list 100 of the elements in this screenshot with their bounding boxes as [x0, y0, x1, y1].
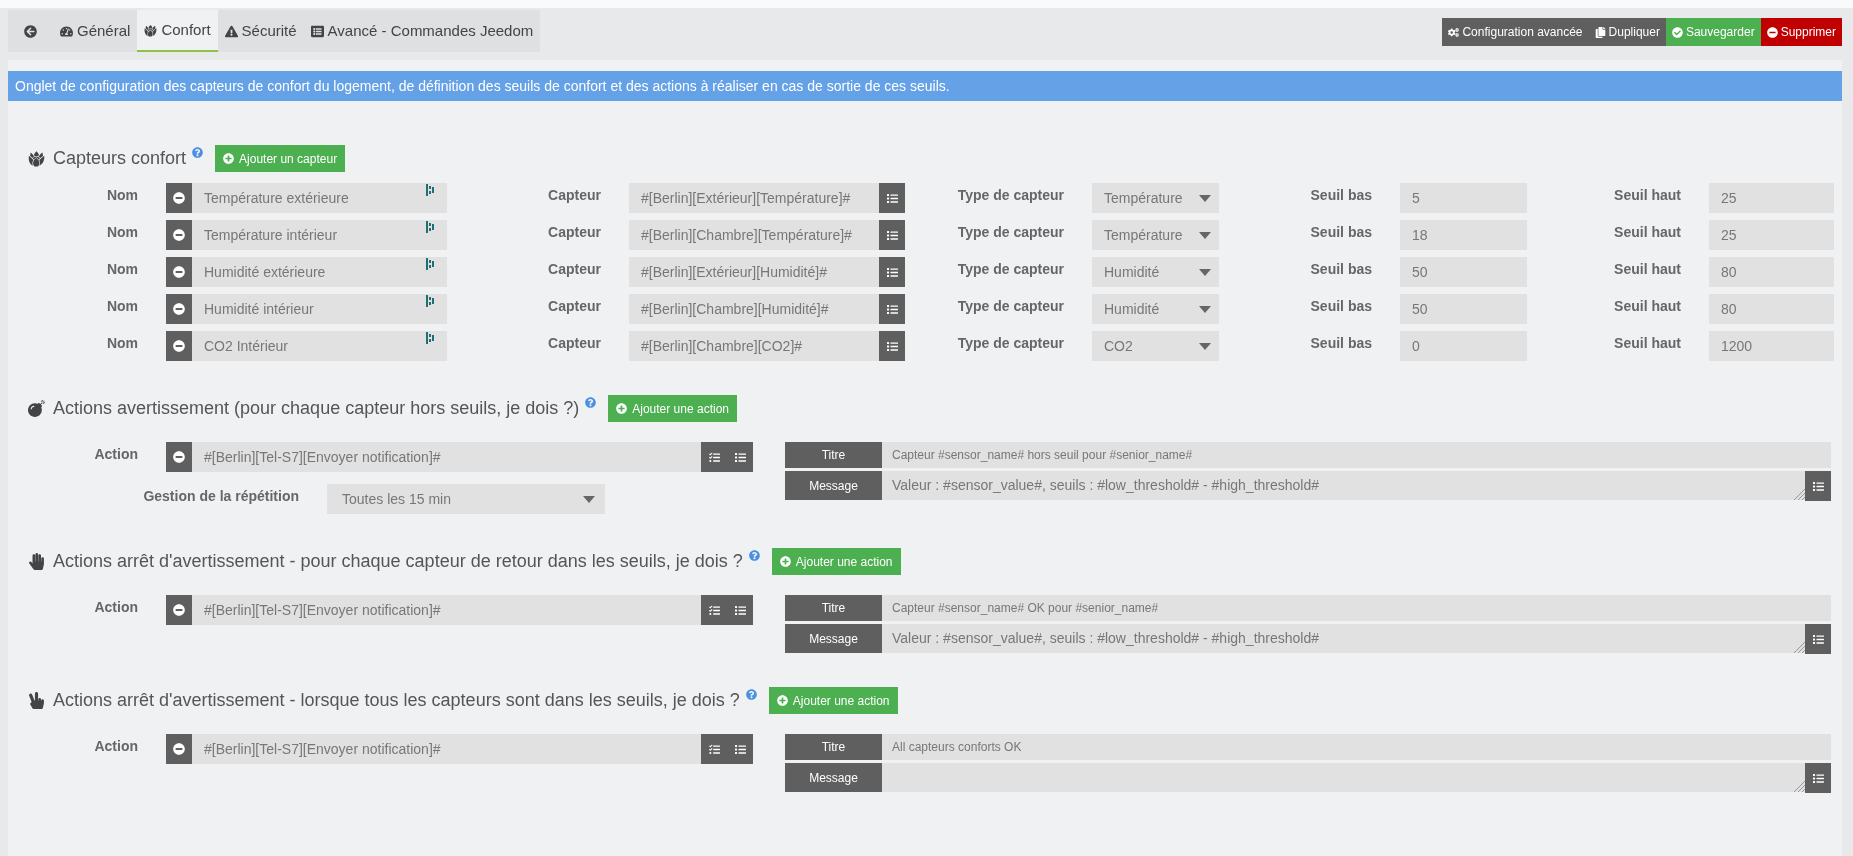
- tab[interactable]: Confort: [137, 10, 218, 52]
- message-field[interactable]: Valeur : #sensor_value#, seuils : #low_threshold# - #high_threshold#: [882, 471, 1805, 500]
- select-command-button[interactable]: [1805, 763, 1831, 793]
- name-field[interactable]: Humidité extérieure: [192, 257, 447, 287]
- list-icon: [1812, 480, 1824, 492]
- remove-button[interactable]: [166, 294, 192, 324]
- high-threshold-field[interactable]: 80: [1709, 294, 1834, 324]
- action-command-field[interactable]: #[Berlin][Tel-S7][Envoyer notification]#: [192, 734, 701, 764]
- remove-button[interactable]: [166, 442, 192, 472]
- barcode-icon: [426, 221, 435, 233]
- remove-button[interactable]: [166, 220, 192, 250]
- plus-icon: [616, 403, 628, 414]
- pointing-hand-icon: [28, 692, 45, 709]
- add-button[interactable]: Ajouter une action: [608, 395, 737, 422]
- name-field[interactable]: CO2 Intérieur: [192, 331, 447, 361]
- select-command-button[interactable]: [879, 183, 905, 213]
- field-label: Seuil haut: [1614, 297, 1681, 316]
- add-button[interactable]: Ajouter un capteur: [215, 145, 346, 172]
- remove-button[interactable]: [166, 331, 192, 361]
- caret-icon: [583, 495, 595, 503]
- sensor-field[interactable]: #[Berlin][Extérieur][Température]#: [629, 183, 879, 213]
- lotus-icon: [144, 23, 158, 37]
- info-banner: Onglet de configuration des capteurs de confort du logement, de définition des seuils de confort et des actions à réaliser en cas de sortie de ces seuils.: [8, 71, 1842, 101]
- field-label: Type de capteur: [957, 223, 1064, 242]
- sensor-field[interactable]: #[Berlin][Chambre][CO2]#: [629, 331, 879, 361]
- toolbar-button[interactable]: Configuration avancée: [1442, 18, 1589, 46]
- select-command-button[interactable]: [727, 734, 753, 764]
- name-field[interactable]: Température extérieure: [192, 183, 447, 213]
- help-icon[interactable]: [192, 147, 204, 158]
- remove-button[interactable]: [166, 595, 192, 625]
- remove-button[interactable]: [166, 257, 192, 287]
- tab[interactable]: Avancé - Commandes Jeedom: [303, 10, 541, 52]
- field-label: Seuil bas: [1310, 334, 1372, 353]
- select-command-button[interactable]: [727, 442, 753, 472]
- action-command-field[interactable]: #[Berlin][Tel-S7][Envoyer notification]#: [192, 595, 701, 625]
- toolbar-button[interactable]: Dupliquer: [1588, 18, 1666, 46]
- list-icon: [734, 743, 746, 755]
- low-threshold-field[interactable]: 5: [1400, 183, 1527, 213]
- sensor-type-select[interactable]: Humidité: [1092, 294, 1219, 324]
- select-command-button[interactable]: [879, 257, 905, 287]
- field-label: Nom: [106, 334, 138, 353]
- minus-icon: [173, 303, 185, 315]
- help-icon[interactable]: [748, 550, 760, 561]
- select-command-button[interactable]: [1805, 471, 1831, 501]
- add-button[interactable]: Ajouter une action: [771, 548, 901, 575]
- low-threshold-field[interactable]: 0: [1400, 331, 1527, 361]
- field-label: Seuil haut: [1614, 223, 1681, 242]
- message-label: Message: [785, 624, 882, 653]
- high-threshold-field[interactable]: 80: [1709, 257, 1834, 287]
- high-threshold-field[interactable]: 25: [1709, 183, 1834, 213]
- select-command-button[interactable]: [1805, 624, 1831, 654]
- sensor-field[interactable]: #[Berlin][Chambre][Humidité]#: [629, 294, 879, 324]
- message-field[interactable]: [882, 763, 1805, 792]
- select-command-button[interactable]: [727, 595, 753, 625]
- sensor-field[interactable]: #[Berlin][Chambre][Température]#: [629, 220, 879, 250]
- help-icon[interactable]: [585, 397, 597, 408]
- section-title: Actions avertissement (pour chaque capteur hors seuils, je dois ?): [53, 397, 580, 420]
- low-threshold-field[interactable]: 18: [1400, 220, 1527, 250]
- select-command-button[interactable]: [879, 294, 905, 324]
- hand-icon: [28, 553, 45, 570]
- message-field[interactable]: Valeur : #sensor_value#, seuils : #low_threshold# - #high_threshold#: [882, 624, 1805, 653]
- sensor-type-select[interactable]: Température: [1092, 183, 1219, 213]
- title-field[interactable]: All capteurs conforts OK: [882, 734, 1831, 760]
- select-command-button[interactable]: [701, 595, 727, 625]
- field-label: Type de capteur: [957, 334, 1064, 353]
- toolbar-button[interactable]: Supprimer: [1760, 18, 1842, 46]
- caret-icon: [1199, 342, 1211, 350]
- remove-button[interactable]: [166, 734, 192, 764]
- select-command-button[interactable]: [879, 220, 905, 250]
- low-threshold-field[interactable]: 50: [1400, 294, 1527, 324]
- name-field[interactable]: Humidité intérieur: [192, 294, 447, 324]
- checklist-icon: [708, 604, 720, 616]
- title-field[interactable]: Capteur #sensor_name# OK pour #senior_name#: [882, 595, 1831, 621]
- high-threshold-field[interactable]: 1200: [1709, 331, 1834, 361]
- remove-button[interactable]: [166, 183, 192, 213]
- help-icon[interactable]: [745, 689, 757, 700]
- tab[interactable]: Général: [53, 10, 138, 52]
- repetition-select[interactable]: Toutes les 15 min: [327, 484, 605, 514]
- plus-icon: [779, 556, 791, 567]
- sensor-type-select[interactable]: Humidité: [1092, 257, 1219, 287]
- add-button[interactable]: Ajouter une action: [768, 687, 898, 714]
- list-icon: [734, 451, 746, 463]
- field-label: Capteur: [548, 334, 601, 353]
- name-field[interactable]: Température intérieur: [192, 220, 447, 250]
- plus-icon: [223, 153, 235, 164]
- toolbar-button[interactable]: Sauvegarder: [1665, 18, 1761, 46]
- action-command-field[interactable]: #[Berlin][Tel-S7][Envoyer notification]#: [192, 442, 701, 472]
- high-threshold-field[interactable]: 25: [1709, 220, 1834, 250]
- select-command-button[interactable]: [701, 442, 727, 472]
- title-field[interactable]: Capteur #sensor_name# hors seuil pour #senior_name#: [882, 442, 1831, 468]
- sensor-field[interactable]: #[Berlin][Extérieur][Humidité]#: [629, 257, 879, 287]
- select-command-button[interactable]: [879, 331, 905, 361]
- field-label: Action: [94, 598, 138, 617]
- low-threshold-field[interactable]: 50: [1400, 257, 1527, 287]
- list-icon: [886, 340, 898, 352]
- select-command-button[interactable]: [701, 734, 727, 764]
- tab[interactable]: Sécurité: [217, 10, 304, 52]
- sensor-type-select[interactable]: Température: [1092, 220, 1219, 250]
- sensor-type-select[interactable]: CO2: [1092, 331, 1219, 361]
- caret-icon: [1199, 231, 1211, 239]
